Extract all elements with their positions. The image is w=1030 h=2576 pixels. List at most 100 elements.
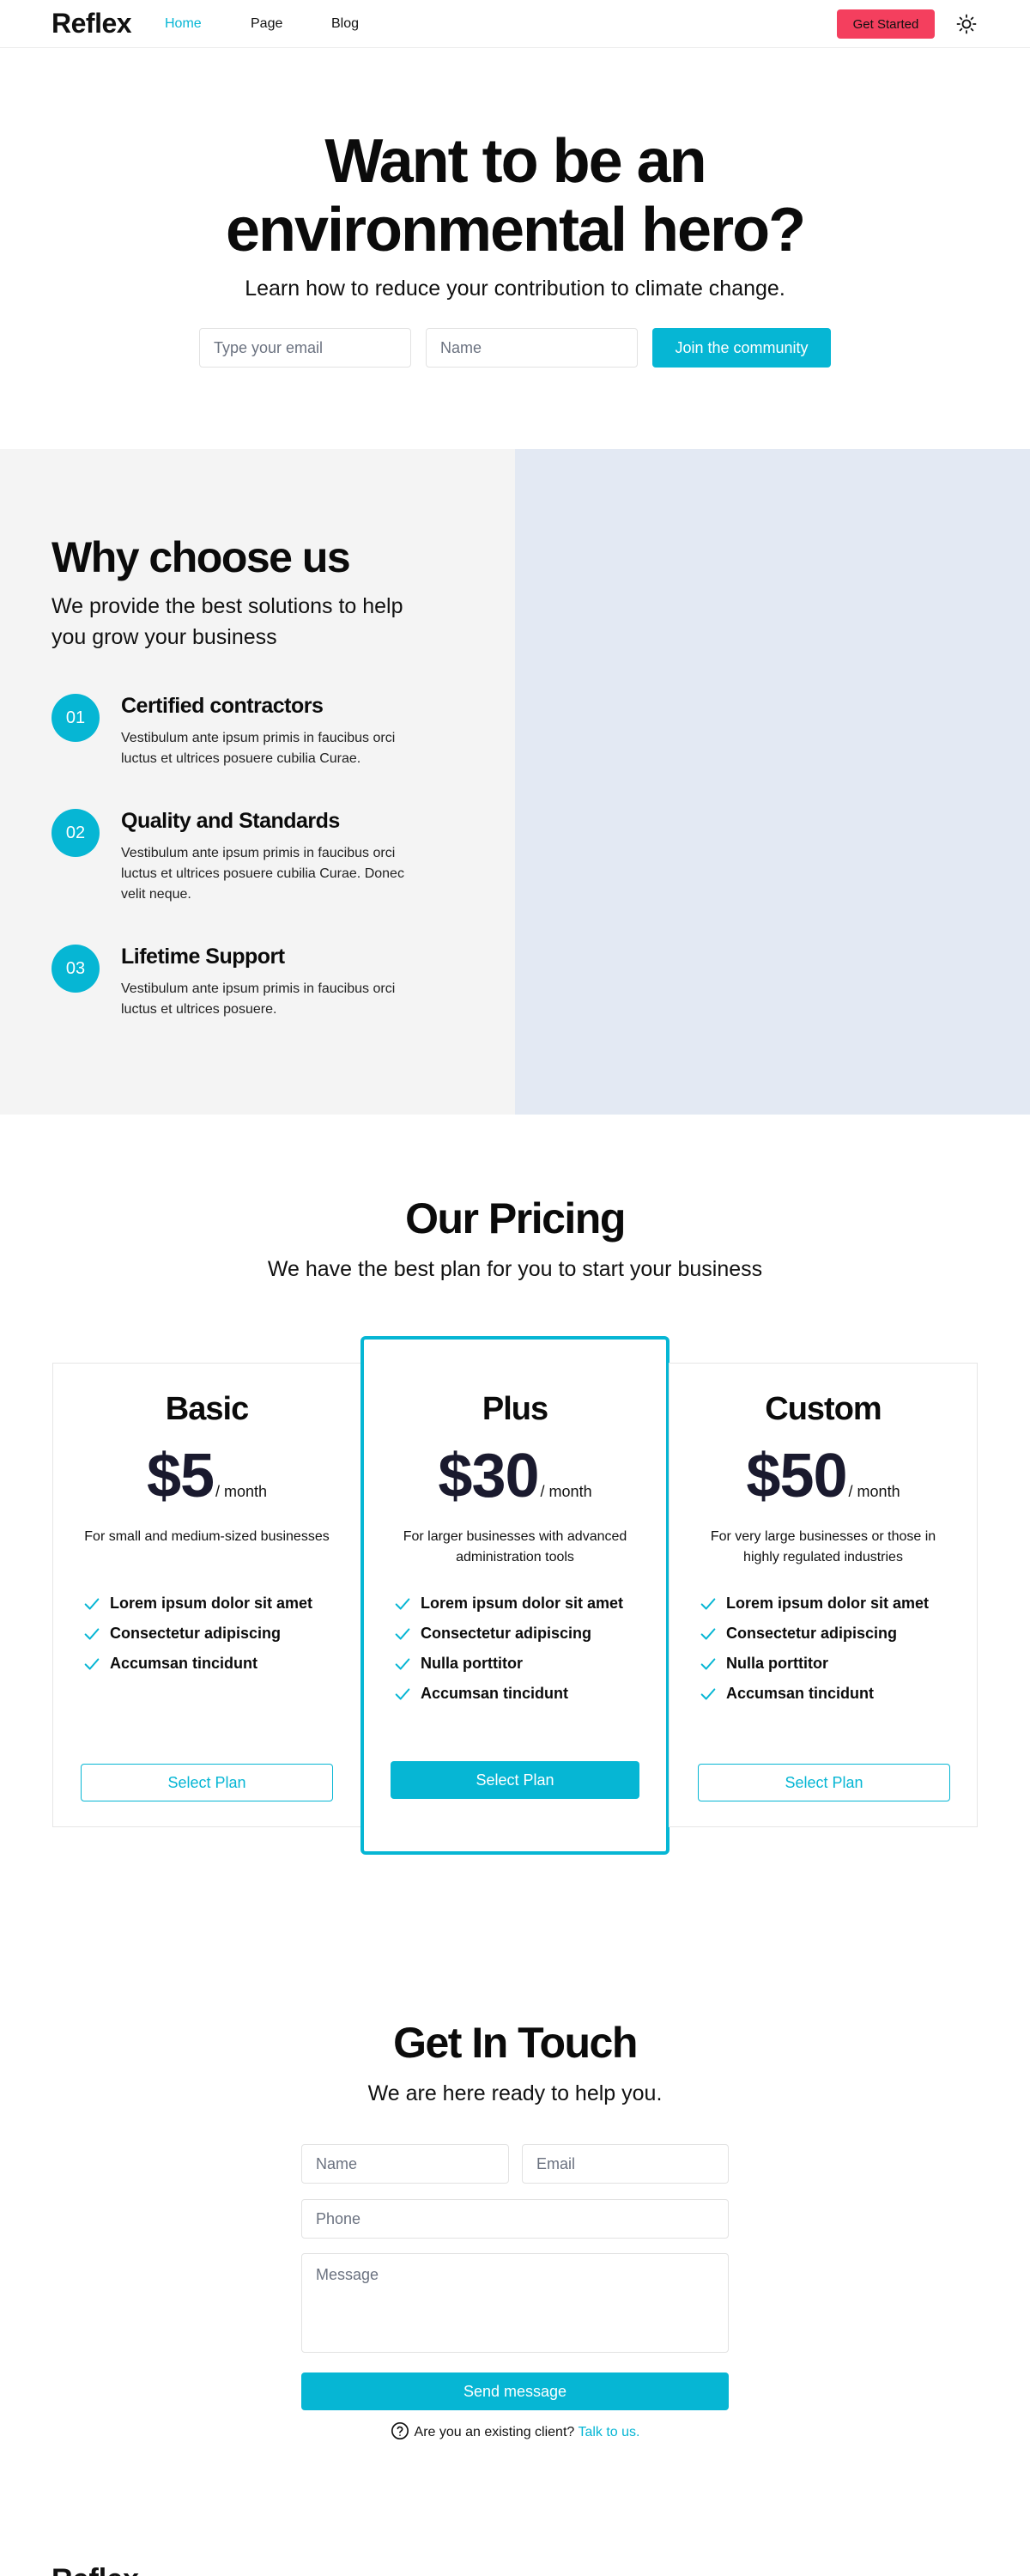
plan-feature-label: Nulla porttitor	[421, 1655, 523, 1672]
plan-price-row: $5/ month	[53, 1441, 360, 1511]
nav-link-home[interactable]: Home	[165, 16, 202, 32]
check-icon	[699, 1625, 718, 1643]
plan-feature-label: Lorem ipsum dolor sit amet	[110, 1595, 313, 1612]
check-icon	[699, 1685, 718, 1704]
feature-item: 03 Lifetime Support Vestibulum ante ipsu…	[52, 945, 464, 1039]
plan-feature-item: Consectetur adipiscing	[82, 1619, 312, 1649]
feature-item: 02 Quality and Standards Vestibulum ante…	[52, 809, 464, 912]
plan-feature-label: Accumsan tincidunt	[110, 1655, 258, 1672]
check-icon	[393, 1655, 412, 1674]
check-icon	[82, 1625, 101, 1643]
plan-period: / month	[848, 1483, 900, 1500]
feature-number-badge: 01	[52, 694, 100, 742]
get-started-button[interactable]: Get Started	[837, 9, 935, 39]
plan-feature-list: Lorem ipsum dolor sit amet Consectetur a…	[82, 1589, 312, 1679]
plan-description: For larger businesses with advanced admi…	[403, 1529, 627, 1564]
pricing-title: Our Pricing	[405, 1194, 626, 1242]
plan-feature-label: Consectetur adipiscing	[421, 1625, 592, 1642]
feature-number-badge: 02	[52, 809, 100, 857]
contact-phone-input[interactable]	[301, 2199, 729, 2239]
plan-feature-item: Consectetur adipiscing	[393, 1619, 623, 1649]
plan-feature-list: Lorem ipsum dolor sit amet Consectetur a…	[699, 1589, 929, 1709]
plan-description: For very large businesses or those in hi…	[710, 1529, 936, 1564]
feature-title: Quality and Standards	[121, 809, 340, 833]
plan-feature-label: Consectetur adipiscing	[110, 1625, 282, 1642]
plan-price-row: $50/ month	[670, 1441, 977, 1511]
why-image-placeholder	[515, 449, 1030, 1115]
plan-feature-label: Consectetur adipiscing	[726, 1625, 898, 1642]
feature-description: Vestibulum ante ipsum primis in faucibus…	[121, 846, 404, 902]
plan-feature-item: Consectetur adipiscing	[699, 1619, 929, 1649]
plan-description: For small and medium-sized businesses	[84, 1529, 330, 1544]
feature-title: Lifetime Support	[121, 945, 285, 969]
nav-link-page[interactable]: Page	[251, 16, 282, 32]
contact-email-input[interactable]	[522, 2144, 729, 2184]
plan-feature-label: Nulla porttitor	[726, 1655, 828, 1672]
existing-client-note: Are you an existing client? Talk to us.	[0, 2421, 1030, 2442]
plan-name: Custom	[765, 1391, 882, 1427]
select-plan-basic-button[interactable]: Select Plan	[81, 1764, 333, 1801]
plan-feature-item: Lorem ipsum dolor sit amet	[393, 1589, 623, 1619]
check-icon	[699, 1655, 718, 1674]
plan-price: $30	[438, 1442, 539, 1510]
plan-card-custom: Custom $50/ month For very large busines…	[669, 1363, 978, 1827]
check-icon	[699, 1595, 718, 1613]
brand-logo[interactable]: Reflex	[52, 8, 132, 39]
send-message-button[interactable]: Send message	[301, 2372, 729, 2410]
plan-feature-label: Accumsan tincidunt	[421, 1685, 569, 1702]
feature-description: Vestibulum ante ipsum primis in faucibus…	[121, 981, 396, 1017]
theme-toggle-button[interactable]	[954, 12, 978, 36]
plan-price-row: $30/ month	[364, 1441, 666, 1511]
join-community-button[interactable]: Join the community	[652, 328, 831, 368]
select-plan-custom-button[interactable]: Select Plan	[698, 1764, 950, 1801]
plan-feature-list: Lorem ipsum dolor sit amet Consectetur a…	[393, 1589, 623, 1709]
navbar: Reflex Home Page Blog Get Started	[0, 0, 1030, 48]
sun-icon	[956, 14, 977, 34]
hero-title-line-2: environmental hero?	[225, 196, 806, 264]
check-icon	[393, 1625, 412, 1643]
plan-feature-item: Accumsan tincidunt	[82, 1649, 312, 1679]
plan-name: Plus	[482, 1391, 548, 1427]
check-icon	[393, 1595, 412, 1613]
check-icon	[82, 1595, 101, 1613]
contact-title: Get In Touch	[393, 2019, 638, 2067]
plan-feature-item: Accumsan tincidunt	[393, 1679, 623, 1709]
feature-title: Certified contractors	[121, 694, 324, 718]
plan-feature-item: Lorem ipsum dolor sit amet	[82, 1589, 312, 1619]
plan-feature-item: Nulla porttitor	[393, 1649, 623, 1679]
check-icon	[82, 1655, 101, 1674]
hero-name-input[interactable]	[426, 328, 638, 368]
plan-feature-item: Lorem ipsum dolor sit amet	[699, 1589, 929, 1619]
plan-period: / month	[215, 1483, 268, 1500]
plan-price: $5	[146, 1442, 215, 1510]
plan-feature-item: Nulla porttitor	[699, 1649, 929, 1679]
plan-feature-label: Lorem ipsum dolor sit amet	[421, 1595, 624, 1612]
feature-number-badge: 03	[52, 945, 100, 993]
hero-title: Want to be an environmental hero?	[0, 127, 1030, 264]
contact-name-input[interactable]	[301, 2144, 509, 2184]
hero-subtitle: Learn how to reduce your contribution to…	[245, 276, 785, 301]
help-circle-icon	[391, 2421, 409, 2440]
plan-period: / month	[540, 1483, 592, 1500]
plan-price: $50	[746, 1442, 847, 1510]
existing-client-text: Are you an existing client?	[414, 2425, 575, 2440]
plan-feature-item: Accumsan tincidunt	[699, 1679, 929, 1709]
hero-title-line-1: Want to be an	[324, 127, 706, 196]
plan-card-basic: Basic $5/ month For small and medium-siz…	[52, 1363, 361, 1827]
footer-brand-logo[interactable]: Reflex	[52, 2563, 139, 2576]
contact-subtitle: We are here ready to help you.	[367, 2081, 663, 2105]
plan-card-plus: Plus $30/ month For larger businesses wi…	[360, 1336, 670, 1855]
nav-link-blog[interactable]: Blog	[331, 16, 359, 32]
pricing-subtitle: We have the best plan for you to start y…	[267, 1257, 763, 1281]
why-title: Why choose us	[52, 533, 351, 581]
talk-to-us-link[interactable]: Talk to us.	[578, 2425, 639, 2439]
check-icon	[393, 1685, 412, 1704]
select-plan-plus-button[interactable]: Select Plan	[391, 1761, 639, 1799]
contact-message-textarea[interactable]	[301, 2253, 729, 2353]
hero-email-input[interactable]	[199, 328, 411, 368]
plan-feature-label: Accumsan tincidunt	[726, 1685, 875, 1702]
feature-description: Vestibulum ante ipsum primis in faucibus…	[121, 731, 396, 766]
feature-item: 01 Certified contractors Vestibulum ante…	[52, 694, 464, 788]
plan-feature-label: Lorem ipsum dolor sit amet	[726, 1595, 930, 1612]
plan-name: Basic	[165, 1391, 249, 1427]
